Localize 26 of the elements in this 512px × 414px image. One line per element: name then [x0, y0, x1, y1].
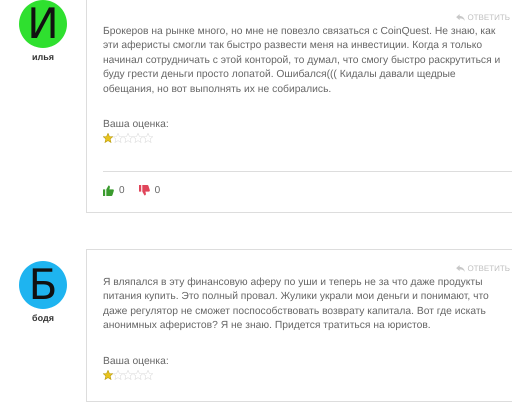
empty-star-icon: [113, 133, 123, 144]
comment-text: Я вляпался в эту финансовую аферу по уши и теперь не за что даже продукты питания купить. Это полный провал. Жулики украли мои деньги и понимают, что даже регулятор не сможет поспособствовать возврату капитала. Вот где искать анонимных аферистов? Я не знаю. Придется тратиться на юристов.: [103, 276, 490, 334]
star-rating[interactable]: [103, 133, 153, 144]
thumbs-up-icon: [103, 185, 114, 196]
empty-star-icon: [143, 370, 153, 380]
filled-star-icon: [103, 370, 113, 380]
empty-star-icon: [123, 370, 133, 380]
author-name: бодя: [32, 313, 54, 324]
filled-star-icon: [103, 133, 113, 144]
author-name: илья: [32, 52, 54, 62]
avatar: Б: [19, 261, 67, 310]
empty-star-icon: [113, 370, 123, 380]
empty-star-icon: [133, 133, 143, 144]
star-rating[interactable]: [103, 370, 153, 380]
empty-star-icon: [143, 133, 153, 144]
reply-arrow-icon: [456, 265, 466, 272]
like-button[interactable]: 0: [103, 185, 125, 196]
rating-label: Ваша оценка:: [103, 119, 170, 130]
dislike-button[interactable]: 0: [138, 185, 160, 196]
avatar: И: [19, 0, 67, 48]
thumbs-down-icon: [138, 185, 150, 196]
comment-text: Брокеров на рынке много, но мне не повезло связаться с CoinQuest. Не знаю, как эти аферисты смогли так быстро развести меня на инвестиции. Когда я только начинал сотрудничать с этой конторой, то думал, что смогу быстро раскрутиться и буду грести деньги просто лопатой. Ошибался((( Кидалы давали щедрые обещания, но вот выполнять их не собирались.: [103, 25, 502, 97]
rating-label: Ваша оценка:: [103, 356, 170, 367]
empty-star-icon: [123, 133, 133, 144]
reply-arrow-icon: [456, 14, 466, 21]
empty-star-icon: [133, 370, 143, 380]
